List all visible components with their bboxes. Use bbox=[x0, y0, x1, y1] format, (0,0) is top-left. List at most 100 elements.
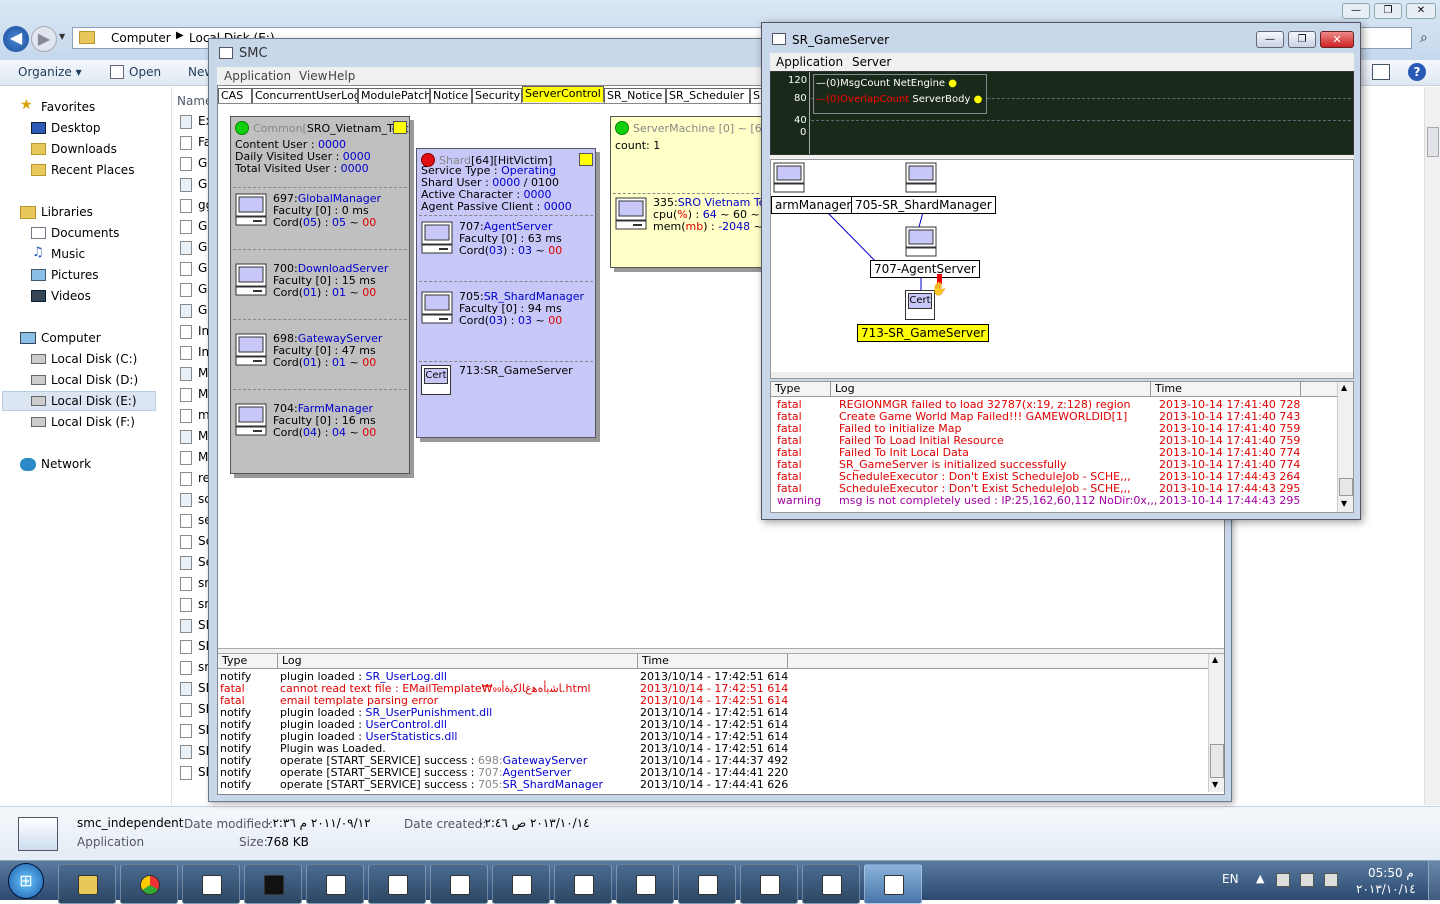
explorer-taskbar-button[interactable] bbox=[58, 864, 116, 904]
tab-modulepatch[interactable]: ModulePatch bbox=[358, 88, 430, 103]
organize-button[interactable]: Organize ▾ bbox=[18, 65, 82, 79]
clock-date[interactable]: ٢٠١٣/١٠/١٤ bbox=[1356, 882, 1416, 896]
server-item[interactable]: 700:DownloadServer Faculty [0] : 15 ms Cor… bbox=[235, 263, 407, 299]
server-item[interactable]: 707:AgentServer Faculty [0] : 63 ms Cord(0… bbox=[421, 221, 593, 257]
app-taskbar-button-8[interactable] bbox=[740, 864, 798, 904]
smc-menu-application[interactable]: Application bbox=[224, 69, 291, 83]
game-server-item[interactable]: Cert 713:SR_GameServer bbox=[421, 365, 593, 399]
gs-scroll-down-icon[interactable]: ▼ bbox=[1341, 499, 1347, 508]
app-taskbar-button-5[interactable] bbox=[554, 864, 612, 904]
nav-disk-e[interactable]: Local Disk (E:) bbox=[51, 394, 137, 408]
smc-log-header-log[interactable]: Log bbox=[278, 654, 638, 668]
gs-log-header-time[interactable]: Time bbox=[1151, 382, 1301, 396]
lang-indicator[interactable]: EN bbox=[1222, 872, 1239, 886]
nav-libraries[interactable]: Libraries bbox=[41, 205, 93, 219]
app-taskbar-button-1[interactable] bbox=[306, 864, 364, 904]
node-shard-manager[interactable]: 705-SR_ShardManager bbox=[851, 196, 996, 214]
shard-flag[interactable] bbox=[579, 153, 593, 166]
app-taskbar-button-9[interactable] bbox=[802, 864, 860, 904]
tray-network-icon[interactable] bbox=[1300, 873, 1314, 887]
gs-min-button[interactable]: — bbox=[1256, 31, 1284, 48]
nav-downloads[interactable]: Downloads bbox=[51, 142, 117, 156]
chrome-taskbar-button[interactable] bbox=[120, 864, 178, 904]
tab-servercontrol[interactable]: ServerControl bbox=[522, 86, 604, 102]
smc-taskbar-button[interactable] bbox=[864, 864, 922, 904]
gs-max-button[interactable]: ❐ bbox=[1288, 31, 1316, 48]
file-item[interactable]: M bbox=[198, 429, 208, 443]
gs-log-row[interactable]: warning msg is not completely used : IP:2… bbox=[773, 495, 1335, 507]
nav-videos[interactable]: Videos bbox=[51, 289, 91, 303]
smc-menu-help[interactable]: Help bbox=[328, 69, 355, 83]
machine-item[interactable]: 335:SRO Vietnam Te cpu(%) : 64 ~ 60 ~ 10… bbox=[615, 197, 769, 233]
explorer-close-button[interactable]: ✕ bbox=[1406, 3, 1436, 19]
tab-cas[interactable]: CAS bbox=[218, 88, 252, 103]
view-icon[interactable] bbox=[1372, 64, 1390, 80]
nav-disk-f[interactable]: Local Disk (F:) bbox=[51, 415, 135, 429]
app-taskbar-button-7[interactable] bbox=[678, 864, 736, 904]
app-taskbar-button-4[interactable] bbox=[492, 864, 550, 904]
server-item[interactable]: 698:GatewayServer Faculty [0] : 47 ms Cord… bbox=[235, 333, 407, 369]
server-item[interactable]: 705:SR_ShardManager Faculty [0] : 94 ms Co… bbox=[421, 291, 593, 327]
tray-volume-icon[interactable] bbox=[1324, 873, 1338, 887]
tab-sr_scheduler[interactable]: SR_Scheduler bbox=[666, 88, 750, 103]
nav-documents[interactable]: Documents bbox=[51, 226, 119, 240]
app-taskbar-button-2[interactable] bbox=[368, 864, 426, 904]
explorer-min-button[interactable]: — bbox=[1342, 3, 1370, 19]
help-icon[interactable]: ? bbox=[1408, 63, 1426, 81]
smc-menu-view[interactable]: View bbox=[299, 69, 327, 83]
file-item[interactable]: M bbox=[198, 450, 208, 464]
tray-arrow-icon[interactable]: ▲ bbox=[1256, 872, 1264, 885]
gs-log-header-log[interactable]: Log bbox=[831, 382, 1151, 396]
cmd-taskbar-button[interactable] bbox=[244, 864, 302, 904]
topology-hscroll[interactable] bbox=[771, 372, 1353, 378]
clock-time[interactable]: 05:50 م bbox=[1368, 866, 1414, 880]
search-icon[interactable]: ⌕ bbox=[1420, 30, 1428, 46]
nav-desktop[interactable]: Desktop bbox=[51, 121, 101, 135]
node-game-server[interactable]: 713-SR_GameServer bbox=[857, 324, 990, 342]
nav-favorites[interactable]: Favorites bbox=[41, 100, 95, 114]
app-taskbar-button-3[interactable] bbox=[430, 864, 488, 904]
server-item[interactable]: 704:FarmManager Faculty [0] : 16 ms Cord(0… bbox=[235, 403, 407, 439]
node-agent-server[interactable]: 707-AgentServer bbox=[870, 260, 980, 278]
nav-recent[interactable]: Recent Places bbox=[51, 163, 134, 177]
image-viewer-taskbar-button[interactable] bbox=[182, 864, 240, 904]
gs-log-header-type[interactable]: Type bbox=[771, 382, 831, 396]
show-desktop-button[interactable] bbox=[1428, 861, 1440, 901]
file-item[interactable]: M bbox=[198, 387, 208, 401]
smc-log-scroll-thumb[interactable] bbox=[1210, 744, 1224, 778]
nav-disk-c[interactable]: Local Disk (C:) bbox=[51, 352, 137, 366]
tab-sr_notice[interactable]: SR_Notice bbox=[604, 88, 666, 103]
nav-computer[interactable]: Computer bbox=[41, 331, 101, 345]
nav-pictures[interactable]: Pictures bbox=[51, 268, 99, 282]
gs-log-scroll-thumb[interactable] bbox=[1339, 478, 1353, 496]
tab-security[interactable]: Security bbox=[472, 88, 522, 103]
history-dropdown[interactable]: ▼ bbox=[59, 32, 69, 44]
app-taskbar-button-6[interactable] bbox=[616, 864, 674, 904]
smc-log-scrollbar[interactable]: ▲ ▼ bbox=[1208, 654, 1224, 792]
tab-concurrentuserlog[interactable]: ConcurrentUserLog bbox=[252, 88, 358, 103]
tray-flag-icon[interactable] bbox=[1276, 873, 1290, 887]
gs-scroll-up-icon[interactable]: ▲ bbox=[1341, 383, 1347, 392]
forward-button[interactable]: ▶ bbox=[31, 26, 57, 52]
open-button[interactable]: Open bbox=[129, 65, 161, 79]
gs-close-button[interactable]: ✕ bbox=[1320, 31, 1354, 48]
explorer-max-button[interactable]: ❐ bbox=[1374, 3, 1402, 19]
explorer-scroll-thumb[interactable] bbox=[1427, 127, 1439, 157]
gs-menu-server[interactable]: Server bbox=[852, 55, 891, 69]
scroll-down-icon[interactable]: ▼ bbox=[1212, 780, 1218, 789]
gs-menu-application[interactable]: Application bbox=[776, 55, 843, 69]
back-button[interactable]: ◀ bbox=[3, 26, 29, 52]
tab-notice[interactable]: Notice bbox=[430, 88, 472, 103]
smc-log-row[interactable]: notify operate [START_SERVICE] success : … bbox=[220, 779, 1205, 791]
breadcrumb-computer[interactable]: Computer bbox=[111, 31, 171, 45]
scroll-up-icon[interactable]: ▲ bbox=[1212, 655, 1218, 664]
file-item[interactable]: M bbox=[198, 366, 208, 380]
smc-log-header-time[interactable]: Time bbox=[638, 654, 788, 668]
nav-music[interactable]: Music bbox=[51, 247, 85, 261]
smc-log-header-type[interactable]: Type bbox=[218, 654, 278, 668]
node-farm-manager[interactable]: armManager bbox=[771, 196, 856, 214]
common-flag[interactable] bbox=[393, 121, 407, 134]
nav-disk-d[interactable]: Local Disk (D:) bbox=[51, 373, 138, 387]
start-button[interactable]: ⊞ bbox=[8, 863, 44, 899]
gs-log-scrollbar[interactable]: ▲ ▼ bbox=[1337, 382, 1353, 512]
